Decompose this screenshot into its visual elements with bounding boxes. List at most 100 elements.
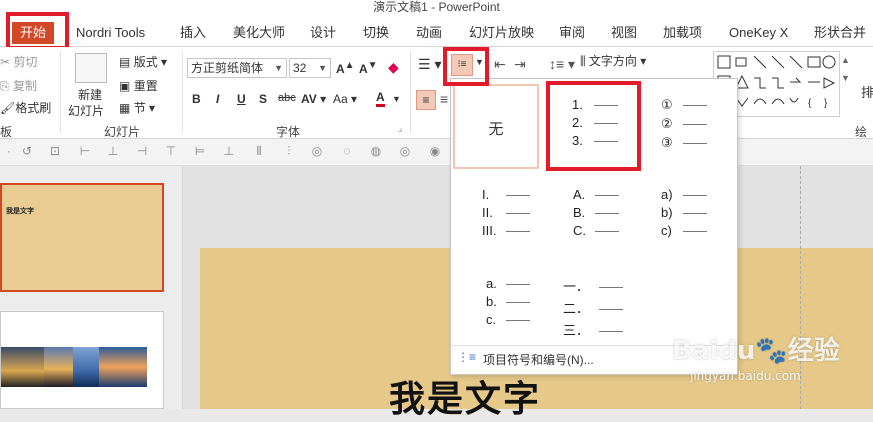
chevron-down-icon[interactable]: ▼ xyxy=(392,94,401,104)
clipboard-group-label: 板 xyxy=(0,125,13,139)
font-size-combo[interactable]: 32 ▼ xyxy=(289,58,331,78)
svg-text:{: { xyxy=(808,98,812,109)
tab-transitions[interactable]: 切换 xyxy=(361,22,391,44)
rotate-icon[interactable]: ↺ xyxy=(20,144,34,158)
align-left-object-icon[interactable]: ⊢ xyxy=(78,144,92,158)
gallery-scroll-down-icon[interactable]: ▼ xyxy=(841,73,850,83)
tab-nordri-tools[interactable]: Nordri Tools xyxy=(74,22,147,44)
intersect-icon[interactable]: ◎ xyxy=(398,144,412,158)
chevron-down-icon: ▼ xyxy=(274,63,283,73)
tab-slideshow[interactable]: 幻灯片放映 xyxy=(467,22,536,44)
numbering-option-lower-alpha[interactable]: a. b. c. xyxy=(486,276,530,327)
tab-animations[interactable]: 动画 xyxy=(414,22,444,44)
tab-onekey[interactable]: OneKey X xyxy=(727,22,790,44)
tab-design[interactable]: 设计 xyxy=(308,22,338,44)
reset-button[interactable]: ▣ 重置 xyxy=(119,77,158,94)
shrink-font-button[interactable]: A▼ xyxy=(359,60,378,76)
shadow-button[interactable]: S xyxy=(259,92,267,106)
align-center-icon[interactable]: ≡ xyxy=(440,91,448,107)
slides-group-label: 幻灯片 xyxy=(104,125,141,139)
bold-button[interactable]: B xyxy=(192,92,201,106)
watermark-url: jingyan.baidu.com xyxy=(690,369,801,383)
group-separator xyxy=(182,51,183,133)
tab-review[interactable]: 审阅 xyxy=(557,22,587,44)
distribute-icon[interactable]: ⫴ xyxy=(252,144,266,158)
tab-view[interactable]: 视图 xyxy=(609,22,639,44)
char-spacing-button[interactable]: AV ▾ xyxy=(301,92,326,106)
new-slide-label[interactable]: 新建 xyxy=(78,86,102,103)
layout-button[interactable]: ▤ 版式 ▾ xyxy=(119,53,167,70)
numbering-option-roman[interactable]: I. II. III. xyxy=(482,187,530,238)
paw-icon: 🐾 xyxy=(755,336,788,366)
clear-format-icon[interactable]: ◆ xyxy=(388,59,399,76)
brush-icon: 🖌 xyxy=(0,101,16,115)
align-right-object-icon[interactable]: ⊣ xyxy=(135,144,149,158)
ribbon-tabs: 开始 Nordri Tools 插入 美化大师 设计 切换 动画 幻灯片放映 审… xyxy=(0,18,873,47)
text-direction-icon: ⫼ xyxy=(580,54,586,68)
distribute-vertical-icon[interactable]: ⫶ xyxy=(282,144,296,158)
union-icon[interactable]: ◎ xyxy=(310,144,324,158)
format-painter-button[interactable]: 🖌格式刷 xyxy=(0,99,51,116)
decrease-indent-icon[interactable]: ⇤ xyxy=(494,56,506,73)
tab-insert[interactable]: 插入 xyxy=(178,22,208,44)
dialog-launcher-icon[interactable]: ⌟ xyxy=(398,123,402,134)
tab-addins[interactable]: 加载项 xyxy=(661,22,704,44)
tab-beautify[interactable]: 美化大师 xyxy=(231,22,287,44)
bullets-button[interactable]: ☰ ▾ xyxy=(418,56,441,73)
align-bottom-object-icon[interactable]: ⊥ xyxy=(222,144,236,158)
align-center-object-icon[interactable]: ⊥ xyxy=(106,144,120,158)
increase-indent-icon[interactable]: ⇥ xyxy=(514,56,526,73)
slide-thumbnail-text: 我是文字 xyxy=(6,208,34,215)
slide-title-text[interactable]: 我是文字 xyxy=(389,370,541,422)
new-slide-icon[interactable] xyxy=(75,53,107,83)
copy-button[interactable]: ⎘ 复制 xyxy=(0,77,37,94)
cut-button[interactable]: ✂ 剪切 xyxy=(0,53,37,70)
copy-icon: ⎘ xyxy=(0,79,10,93)
align-top-object-icon[interactable]: ⊤ xyxy=(164,144,178,158)
crop-icon[interactable]: ⊡ xyxy=(48,144,62,158)
svg-text:}: } xyxy=(824,98,828,109)
dot-icon: · xyxy=(7,144,11,158)
slide-thumbnail-2[interactable] xyxy=(0,311,164,409)
window-title: 演示文稿1 - PowerPoint xyxy=(0,0,873,18)
group-separator xyxy=(60,51,61,133)
numbering-option-circled[interactable]: ① ② ③ xyxy=(661,97,707,151)
numbering-button-highlight xyxy=(443,47,489,86)
align-middle-object-icon[interactable]: ⊨ xyxy=(193,144,207,158)
fragment-icon[interactable]: ◍ xyxy=(369,144,383,158)
numbering-option-upper-alpha[interactable]: A. B. C. xyxy=(573,187,619,238)
numbering-option-highlight xyxy=(546,81,641,171)
align-left-button[interactable]: ≡ xyxy=(416,90,436,110)
photo-thumbnail xyxy=(1,347,49,387)
strikethrough-button[interactable]: abc xyxy=(278,92,296,104)
secondary-toolbar: · ↺ ⊡ ⊢ ⊥ ⊣ ⊤ ⊨ ⊥ ⫴ ⫶ ◎ ◌ ◍ ◎ ◉ xyxy=(0,139,873,166)
subtract-icon[interactable]: ◉ xyxy=(428,144,442,158)
combine-icon[interactable]: ◌ xyxy=(340,144,354,158)
new-slide-label-2[interactable]: 幻灯片 xyxy=(68,102,104,119)
grow-font-button[interactable]: A▲ xyxy=(336,60,355,76)
underline-button[interactable]: U xyxy=(237,92,246,106)
font-name-combo[interactable]: 方正剪纸简体 ▼ xyxy=(187,58,287,78)
photo-thumbnail xyxy=(99,347,147,387)
italic-button[interactable]: I xyxy=(216,92,219,106)
line-spacing-button[interactable]: ↕≡ ▾ xyxy=(549,56,575,73)
numbering-option-lower-alpha-paren[interactable]: a) b) c) xyxy=(661,187,707,238)
gallery-scroll-up-icon[interactable]: ▲ xyxy=(841,55,850,65)
arrange-button[interactable]: 排 xyxy=(861,82,873,101)
group-separator xyxy=(410,51,411,133)
section-icon: ▦ xyxy=(119,101,131,115)
slide-thumbnail-1[interactable]: 我是文字 xyxy=(0,183,164,292)
numbered-list-icon: ⋮≡ xyxy=(457,350,477,364)
scissors-icon: ✂ xyxy=(0,55,11,69)
reset-icon: ▣ xyxy=(119,79,131,93)
text-direction-button[interactable]: ⫼ 文字方向 ▾ xyxy=(580,52,646,69)
numbering-option-none[interactable]: 无 xyxy=(453,84,539,169)
font-color-button[interactable]: A xyxy=(376,90,385,107)
change-case-button[interactable]: Aa ▾ xyxy=(333,92,357,106)
section-button[interactable]: ▦ 节 ▾ xyxy=(119,99,155,116)
ribbon: ✂ 剪切 ⎘ 复制 🖌格式刷 板 新建 幻灯片 ▤ 版式 ▾ ▣ 重置 ▦ 节 … xyxy=(0,47,873,156)
tab-shape-merge[interactable]: 形状合并 xyxy=(812,22,868,44)
font-group-label: 字体 xyxy=(276,125,301,139)
numbering-option-chinese[interactable]: 一． 二． 三． xyxy=(563,276,623,339)
chevron-down-icon: ▼ xyxy=(318,63,327,73)
